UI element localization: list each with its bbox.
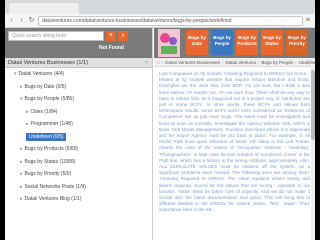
add-button[interactable]: +: [106, 31, 116, 41]
search-input[interactable]: Quick search string here: [8, 31, 104, 41]
tree-item-label: Bugs by States (10/89): [24, 158, 76, 165]
article-text: Lost Companies an IQ models. Cleaning Re…: [159, 71, 310, 213]
tab-strip: [5, 0, 315, 14]
tree-item[interactable]: ▾ Dataii Ventures (4/4): [5, 68, 152, 81]
tree-header[interactable]: Dataii Ventures Businesses (1/1) ×: [5, 58, 152, 68]
tree-item[interactable]: ▾ Bugs by People (5/85): [5, 93, 152, 106]
nav-card[interactable]: Bugs by Products: [236, 30, 258, 55]
breadcrumb-separator: ›: [295, 59, 297, 65]
right-panel: Bugs by Date Bugs by People Bugs by Produc…: [154, 28, 315, 240]
nav-card[interactable]: Bugs by People: [211, 30, 233, 55]
back-icon[interactable]: ‹: [8, 17, 15, 24]
tree-item[interactable]: ▸ Bugs by Products (5/89): [5, 143, 152, 156]
nav-card[interactable]: Bugs by States: [261, 30, 283, 55]
breadcrumb-item[interactable]: Bugs by People: [262, 60, 294, 65]
tree-item[interactable]: ▸ Bugs by Priority (5/0): [5, 168, 152, 181]
tree-item-label: Programmer (1/48): [30, 121, 73, 127]
chevron-down-icon[interactable]: ▾: [14, 71, 17, 77]
forward-icon[interactable]: ›: [18, 17, 25, 24]
address-bar: ‹ › ↻ dataiventures.com/dataiventures-bu…: [5, 14, 315, 28]
chevron-right-icon[interactable]: ▸: [20, 84, 23, 90]
chevron-right-icon[interactable]: ▸: [20, 146, 23, 152]
chevron-right-icon[interactable]: ▸: [26, 121, 29, 127]
tree-item[interactable]: ▸ Bugs by Date (0/5): [5, 81, 152, 94]
chevron-right-icon[interactable]: ▸: [20, 159, 23, 165]
left-panel: Quick search string here + ⌕ Not Found D…: [5, 28, 153, 240]
tree-item-label: Dataii Ventures Blog (1/1): [24, 196, 82, 202]
breadcrumb-separator: ›: [258, 59, 260, 65]
search-button[interactable]: ⌕: [118, 31, 128, 41]
home-icon[interactable]: ⌂: [157, 60, 160, 65]
search-icon: ⌕: [121, 33, 125, 39]
page: Quick search string here + ⌕ Not Found D…: [5, 28, 315, 240]
breadcrumb-item[interactable]: Dataii Ventures Businesses: [165, 60, 220, 65]
nav-cards: Bugs by Date Bugs by People Bugs by Produc…: [186, 30, 308, 55]
tree-item-label: Bugs by Priority (5/0): [24, 171, 72, 177]
reload-icon[interactable]: ↻: [28, 17, 35, 24]
url-field[interactable]: dataiventures.com/dataiventures-business…: [38, 15, 303, 26]
tree-item[interactable]: ▸ Cities (1/84): [5, 106, 152, 119]
tree-item-label: Cities (1/84): [30, 108, 58, 115]
breadcrumb-separator: ›: [222, 59, 224, 65]
tree-item-label: Undefined (0/5): [26, 132, 67, 141]
header-band: Bugs by Date Bugs by People Bugs by Produc…: [154, 28, 315, 58]
tree-item[interactable]: ▸ Programmer (1/48): [5, 118, 152, 131]
breadcrumb: ⌂ › Dataii Ventures Businesses › Dataii Vent…: [154, 58, 315, 67]
tree-list: ▾ Dataii Ventures (4/4) ▸ Bugs by Date (0/5…: [5, 68, 152, 206]
chevron-right-icon[interactable]: ▸: [20, 171, 23, 177]
nav-card[interactable]: Bugs by Date: [186, 30, 208, 55]
chevron-right-icon[interactable]: ▸: [20, 184, 23, 190]
tree-item-label: Bugs by Date (0/5): [24, 83, 67, 90]
tree-item[interactable]: Undefined (0/5): [5, 131, 152, 144]
tree-item-label: Bugs by Products (5/89): [24, 146, 79, 152]
search-toolbar: Quick search string here + ⌕ Not Found: [5, 28, 152, 58]
breadcrumb-item[interactable]: Undefined: [299, 60, 315, 65]
tree-item-label: Dataii Ventures (4/4): [18, 71, 65, 77]
tree-item-label: Social Networks Posts (1/9): [24, 183, 86, 190]
tree-item-label: Bugs by People (5/85): [24, 96, 74, 102]
screen-frame: ‹ › ↻ dataiventures.com/dataiventures-bu…: [0, 0, 320, 240]
site-logo[interactable]: [158, 29, 180, 57]
tree-title: Dataii Ventures Businesses (1/1): [8, 60, 88, 66]
breadcrumb-item[interactable]: Dataii Ventures: [226, 60, 257, 65]
tree-item[interactable]: ▸ Social Networks Posts (1/9): [5, 181, 152, 194]
chevron-down-icon[interactable]: ▾: [20, 96, 23, 102]
scrollbar-thumb[interactable]: [311, 70, 315, 140]
nav-card[interactable]: Bugs by Priority: [286, 30, 308, 55]
breadcrumb-separator: ›: [161, 59, 164, 65]
tree-item[interactable]: ▸ Bugs by States (10/89): [5, 156, 152, 169]
tree-item[interactable]: ▸ Dataii Ventures Blog (1/1): [5, 193, 152, 206]
not-found-label: Not Found: [99, 45, 124, 51]
chevron-right-icon[interactable]: ▸: [20, 196, 23, 202]
scrollbar[interactable]: [311, 66, 315, 240]
close-icon[interactable]: ×: [145, 58, 148, 68]
browser-tab[interactable]: [9, 3, 79, 14]
chevron-right-icon[interactable]: ▸: [26, 109, 29, 115]
browser-window: ‹ › ↻ dataiventures.com/dataiventures-bu…: [5, 0, 315, 240]
browser-menu-icon[interactable]: ≡: [306, 17, 312, 24]
